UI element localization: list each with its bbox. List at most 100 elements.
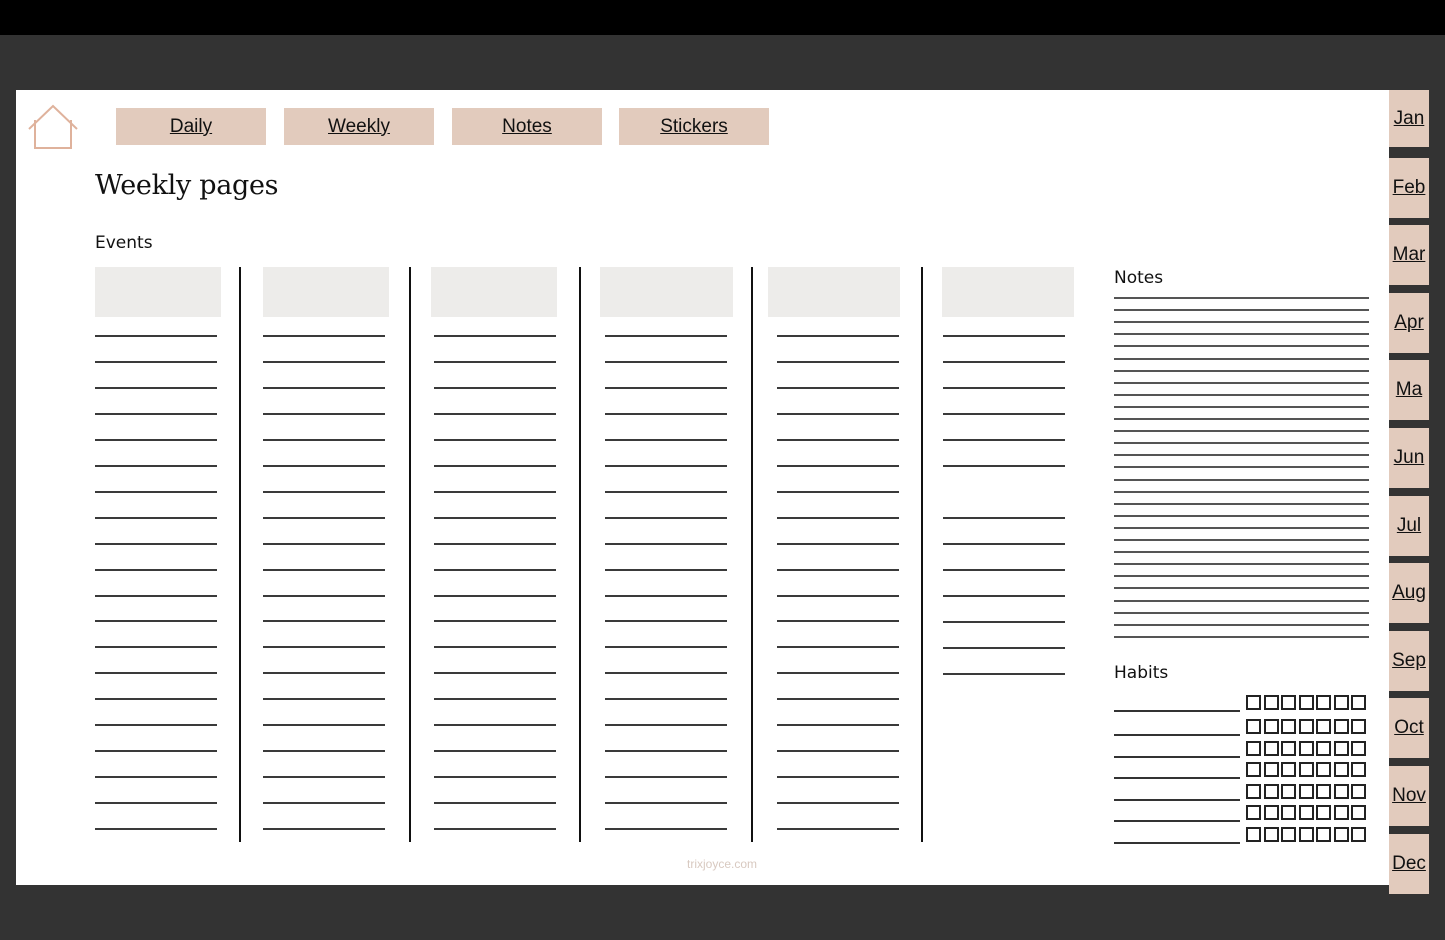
event-line[interactable] — [434, 672, 556, 674]
event-line[interactable] — [95, 646, 217, 648]
habit-checkbox[interactable] — [1281, 719, 1296, 734]
note-line[interactable] — [1114, 539, 1369, 541]
event-line[interactable] — [434, 620, 556, 622]
event-line[interactable] — [434, 698, 556, 700]
note-line[interactable] — [1114, 527, 1369, 529]
habit-checkbox[interactable] — [1281, 695, 1296, 710]
note-line[interactable] — [1114, 321, 1369, 323]
event-line[interactable] — [943, 439, 1065, 441]
event-line[interactable] — [263, 439, 385, 441]
event-line[interactable] — [605, 828, 727, 830]
event-line[interactable] — [95, 672, 217, 674]
month-tab-aug[interactable]: Aug — [1389, 563, 1429, 623]
habit-checkbox[interactable] — [1316, 695, 1331, 710]
note-line[interactable] — [1114, 575, 1369, 577]
day-header-5[interactable] — [768, 267, 900, 317]
event-line[interactable] — [943, 621, 1065, 623]
habit-checkbox[interactable] — [1351, 784, 1366, 799]
habit-checkbox[interactable] — [1351, 719, 1366, 734]
event-line[interactable] — [263, 750, 385, 752]
event-line[interactable] — [777, 595, 899, 597]
habit-checkbox[interactable] — [1316, 719, 1331, 734]
event-line[interactable] — [263, 491, 385, 493]
event-line[interactable] — [943, 647, 1065, 649]
habit-checkbox[interactable] — [1281, 762, 1296, 777]
habit-name-line[interactable] — [1114, 799, 1240, 801]
event-line[interactable] — [777, 517, 899, 519]
note-line[interactable] — [1114, 333, 1369, 335]
event-line[interactable] — [263, 543, 385, 545]
note-line[interactable] — [1114, 370, 1369, 372]
month-tab-mar[interactable]: Mar — [1389, 225, 1429, 285]
event-line[interactable] — [605, 335, 727, 337]
event-line[interactable] — [263, 387, 385, 389]
event-line[interactable] — [777, 620, 899, 622]
habit-checkbox[interactable] — [1333, 695, 1349, 710]
event-line[interactable] — [605, 361, 727, 363]
habit-checkbox[interactable] — [1351, 827, 1366, 842]
habit-checkbox[interactable] — [1351, 695, 1366, 710]
event-line[interactable] — [95, 413, 217, 415]
event-line[interactable] — [434, 802, 556, 804]
event-line[interactable] — [605, 491, 727, 493]
note-line[interactable] — [1114, 612, 1369, 614]
habit-checkbox[interactable] — [1263, 741, 1279, 756]
event-line[interactable] — [434, 646, 556, 648]
habit-checkbox[interactable] — [1263, 805, 1279, 820]
habit-checkbox[interactable] — [1298, 827, 1314, 842]
month-tab-jul[interactable]: Jul — [1389, 496, 1429, 556]
event-line[interactable] — [434, 776, 556, 778]
event-line[interactable] — [777, 672, 899, 674]
event-line[interactable] — [605, 750, 727, 752]
event-line[interactable] — [434, 724, 556, 726]
event-line[interactable] — [943, 335, 1065, 337]
event-line[interactable] — [95, 491, 217, 493]
event-line[interactable] — [777, 387, 899, 389]
event-line[interactable] — [943, 673, 1065, 675]
month-tab-ma[interactable]: Ma — [1389, 360, 1429, 420]
habit-name-line[interactable] — [1114, 777, 1240, 779]
event-line[interactable] — [777, 776, 899, 778]
habit-checkbox[interactable] — [1316, 741, 1331, 756]
event-line[interactable] — [777, 646, 899, 648]
event-line[interactable] — [605, 465, 727, 467]
event-line[interactable] — [943, 517, 1065, 519]
event-line[interactable] — [434, 828, 556, 830]
note-line[interactable] — [1114, 636, 1369, 638]
note-line[interactable] — [1114, 600, 1369, 602]
habit-checkbox[interactable] — [1333, 762, 1349, 777]
note-line[interactable] — [1114, 358, 1369, 360]
habit-checkbox[interactable] — [1298, 784, 1314, 799]
note-line[interactable] — [1114, 309, 1369, 311]
event-line[interactable] — [95, 802, 217, 804]
habit-checkbox[interactable] — [1316, 762, 1331, 777]
event-line[interactable] — [605, 569, 727, 571]
event-line[interactable] — [434, 543, 556, 545]
day-header-6[interactable] — [942, 267, 1074, 317]
event-line[interactable] — [605, 517, 727, 519]
month-tab-jun[interactable]: Jun — [1389, 428, 1429, 488]
note-line[interactable] — [1114, 297, 1369, 299]
event-line[interactable] — [263, 620, 385, 622]
event-line[interactable] — [95, 776, 217, 778]
event-line[interactable] — [943, 543, 1065, 545]
habit-checkbox[interactable] — [1316, 827, 1331, 842]
event-line[interactable] — [777, 569, 899, 571]
event-line[interactable] — [263, 517, 385, 519]
day-header-4[interactable] — [600, 267, 733, 317]
tab-weekly[interactable]: Weekly — [284, 108, 434, 145]
month-tab-sep[interactable]: Sep — [1389, 631, 1429, 691]
event-line[interactable] — [263, 776, 385, 778]
habit-checkbox[interactable] — [1351, 762, 1366, 777]
habit-checkbox[interactable] — [1298, 719, 1314, 734]
month-tab-jan[interactable]: Jan — [1389, 90, 1429, 147]
event-line[interactable] — [605, 387, 727, 389]
note-line[interactable] — [1114, 418, 1369, 420]
event-line[interactable] — [434, 569, 556, 571]
habit-checkbox[interactable] — [1298, 695, 1314, 710]
event-line[interactable] — [95, 465, 217, 467]
habit-checkbox[interactable] — [1263, 827, 1279, 842]
event-line[interactable] — [605, 620, 727, 622]
note-line[interactable] — [1114, 345, 1369, 347]
habit-checkbox[interactable] — [1246, 762, 1261, 777]
